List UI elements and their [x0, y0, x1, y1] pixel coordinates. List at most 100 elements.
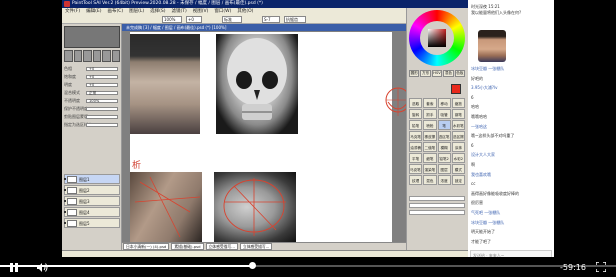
- color-mode-button[interactable]: 圆形: [409, 70, 420, 77]
- tool-button[interactable]: 喷枪: [423, 120, 437, 130]
- property-control[interactable]: 正常: [86, 91, 118, 95]
- property-row: 饱和度 +0: [64, 74, 120, 80]
- tool-button[interactable]: 二值笔: [423, 142, 437, 152]
- layer-thumbnail: [67, 220, 77, 227]
- visibility-icon[interactable]: [64, 200, 66, 202]
- nav-button[interactable]: [64, 50, 73, 62]
- tool-button[interactable]: 选区擦: [451, 131, 465, 141]
- property-control[interactable]: +0: [86, 75, 118, 79]
- property-control[interactable]: 100%: [86, 99, 118, 103]
- menu-item[interactable]: 文件(F): [62, 9, 83, 14]
- tool-button[interactable]: 细笔: [423, 153, 437, 163]
- tool-button[interactable]: 选区笔: [437, 131, 451, 141]
- menu-item[interactable]: 窗口(W): [211, 9, 234, 14]
- streamer-avatar: [478, 30, 506, 62]
- nav-button[interactable]: [92, 50, 101, 62]
- visibility-icon[interactable]: [64, 211, 66, 213]
- tool-button[interactable]: 模式: [451, 164, 465, 174]
- tool-button[interactable]: 纹理: [409, 175, 423, 185]
- tool-button[interactable]: 铅笔2: [437, 153, 451, 163]
- menu-item[interactable]: 编辑(E): [83, 9, 104, 14]
- tool-button[interactable]: 模糊: [437, 142, 451, 152]
- canvas-paper[interactable]: 析: [130, 32, 411, 242]
- color-mode-button[interactable]: 色板: [454, 70, 466, 77]
- fullscreen-icon[interactable]: [595, 261, 607, 273]
- nav-button[interactable]: [111, 50, 120, 62]
- tool-button[interactable]: 移动: [437, 98, 451, 108]
- tool-button[interactable]: 吸管: [437, 109, 451, 119]
- chat-message: 冰块豆瓣 一张棚队: [471, 219, 505, 225]
- menu-item[interactable]: 其他(O): [234, 9, 256, 14]
- layer-item[interactable]: 图层5: [64, 218, 120, 228]
- menu-item[interactable]: 选择(S): [147, 9, 168, 14]
- tool-button[interactable]: 旋转: [409, 109, 423, 119]
- tool-button[interactable]: 马克笔2: [409, 164, 423, 174]
- tool-button[interactable]: 锁定: [451, 175, 465, 185]
- tool-button[interactable]: 橡皮擦: [423, 131, 437, 141]
- document-tab[interactable]: 立体感受描写...: [205, 243, 238, 250]
- color-mode-button[interactable]: HSV: [431, 70, 443, 77]
- color-mode-button[interactable]: 混色: [443, 70, 454, 77]
- tool-button[interactable]: 抓手: [423, 109, 437, 119]
- layer-name: 图层2: [79, 188, 90, 193]
- nav-button[interactable]: [102, 50, 111, 62]
- current-color-swatch[interactable]: [451, 84, 461, 94]
- color-mode-button[interactable]: 方形: [420, 70, 431, 77]
- visibility-icon[interactable]: [64, 178, 66, 180]
- tool-button[interactable]: 水彩笔: [451, 120, 465, 130]
- property-control[interactable]: [86, 107, 118, 111]
- layer-item[interactable]: 图层1: [64, 174, 120, 184]
- visibility-icon[interactable]: [64, 189, 66, 191]
- tool-button[interactable]: 钢笔: [451, 109, 465, 119]
- chat-header-line: 时光深夜 15:21: [471, 4, 500, 9]
- tool-button[interactable]: 混色: [423, 175, 437, 185]
- volume-icon[interactable]: [36, 262, 48, 273]
- brush-size-slider[interactable]: [409, 196, 465, 201]
- nav-button[interactable]: [73, 50, 82, 62]
- property-control[interactable]: [86, 123, 118, 127]
- document-tab[interactable]: 日本小清新(一) (4).psd: [123, 243, 170, 250]
- tool-button[interactable]: 套索: [423, 98, 437, 108]
- chat-header-line: 我以能量将他们入头像在何?: [471, 10, 522, 15]
- tool-button[interactable]: 选取: [409, 98, 423, 108]
- nav-button[interactable]: [83, 50, 92, 62]
- zoom-field[interactable]: 100%: [162, 16, 182, 23]
- layer-item[interactable]: 图层4: [64, 207, 120, 217]
- tool-button[interactable]: 马克笔: [409, 131, 423, 141]
- app-icon: [64, 1, 70, 7]
- tool-button[interactable]: 图层: [437, 164, 451, 174]
- saturation-value-square[interactable]: [428, 29, 446, 47]
- property-control[interactable]: +0: [86, 83, 118, 87]
- pause-icon[interactable]: [8, 262, 20, 273]
- layer-item[interactable]: 图层3: [64, 196, 120, 206]
- tool-button[interactable]: 水彩2: [451, 153, 465, 163]
- brush-density-slider[interactable]: [409, 203, 465, 208]
- mode-select[interactable]: 标准: [222, 16, 242, 23]
- tool-button[interactable]: 浓度: [437, 175, 451, 185]
- menu-item[interactable]: 图层(L): [126, 9, 147, 14]
- visibility-icon[interactable]: [64, 222, 66, 224]
- menu-item[interactable]: 滤镜(T): [169, 9, 190, 14]
- property-label: 混合模式: [64, 90, 80, 95]
- angle-field[interactable]: +0: [186, 16, 202, 23]
- stabilizer-select[interactable]: S-7: [262, 16, 280, 23]
- menu-item[interactable]: 视图(V): [190, 9, 212, 14]
- brush-blend-slider[interactable]: [409, 210, 465, 215]
- tool-button[interactable]: 笔: [437, 120, 451, 130]
- property-control[interactable]: [86, 115, 118, 119]
- color-wheel[interactable]: [409, 10, 465, 66]
- tool-button[interactable]: 缩放: [451, 98, 465, 108]
- tool-button[interactable]: 涂抹: [451, 142, 465, 152]
- layer-item[interactable]: 图层2: [64, 185, 120, 195]
- antialias-toggle[interactable]: 抗锯齿: [284, 16, 306, 23]
- tool-button[interactable]: 油漆桶: [409, 142, 423, 152]
- live-chat-panel: 时光深夜 15:21 我以能量将他们入头像在何? 冰块豆瓣 一张棚队 好吧的 3.9…: [468, 0, 554, 262]
- document-tab[interactable]: 素描(基础).psd: [171, 243, 204, 250]
- progress-knob[interactable]: [249, 262, 257, 269]
- menu-item[interactable]: 画布(C): [104, 9, 126, 14]
- document-tab[interactable]: 立体感受描写...: [239, 243, 273, 250]
- tool-button[interactable]: 平笔: [409, 153, 423, 163]
- tool-button[interactable]: 渲染笔: [423, 164, 437, 174]
- tool-button[interactable]: 铅笔: [409, 120, 423, 130]
- property-control[interactable]: +0: [86, 67, 118, 71]
